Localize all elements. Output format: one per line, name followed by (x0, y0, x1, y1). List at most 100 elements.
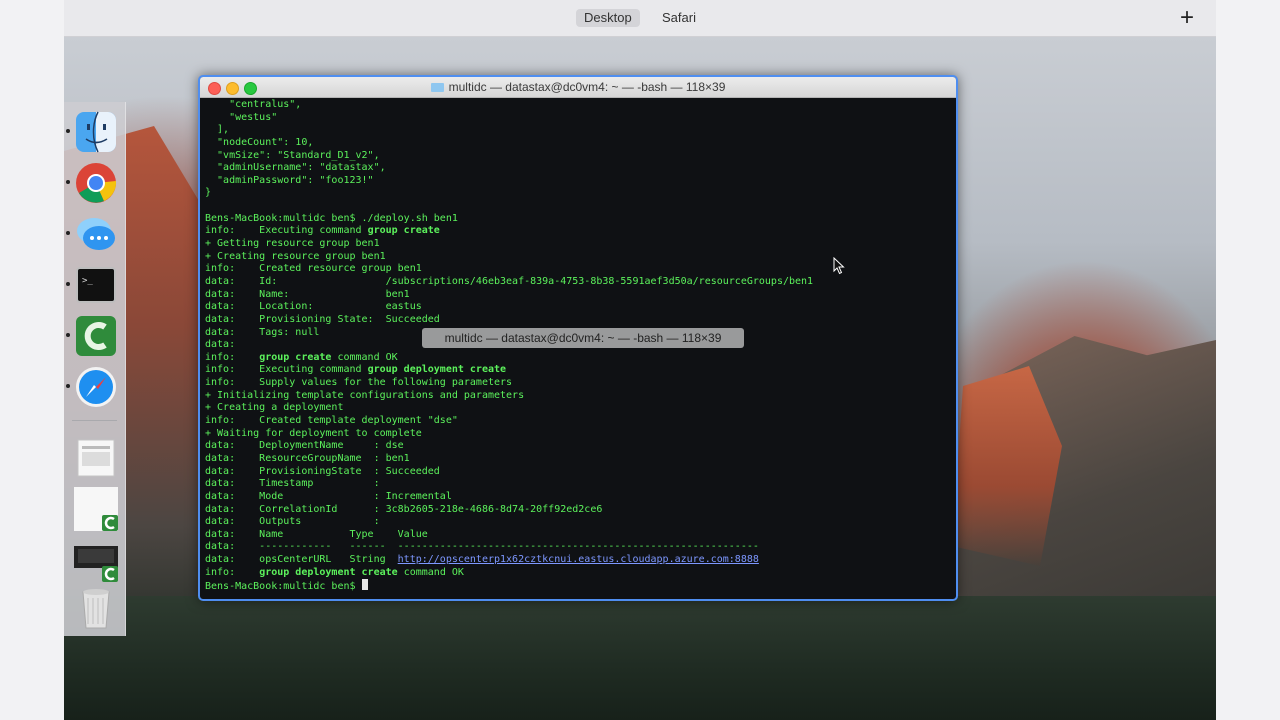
terminal-text: + Getting resource group ben1 (205, 238, 380, 250)
terminal-text: data: CorrelationId : 3c8b2605-218e-4686… (205, 503, 603, 515)
wallpaper-forest (64, 596, 1216, 720)
document-stack-icon[interactable] (74, 436, 118, 480)
terminal-line: info: Supply values for the following pa… (205, 377, 950, 390)
terminal-line: } (205, 187, 950, 200)
terminal-text: data: ProvisioningState : Succeeded (205, 465, 440, 477)
terminal-line: "adminUsername": "datastax", (205, 162, 950, 175)
terminal-text: "centralus", (205, 99, 302, 110)
terminal-line: info: Created template deployment "dse" (205, 415, 950, 428)
terminal-text: info: (205, 351, 260, 363)
terminal-text: data: Location: eastus (205, 301, 422, 313)
trash-icon[interactable] (74, 586, 118, 630)
window-title: multidc — datastax@dc0vm4: ~ — -bash — 1… (200, 80, 956, 94)
dock-running-indicator (66, 180, 70, 184)
command-name: group create (259, 351, 332, 363)
terminal-line: "westus" (205, 112, 950, 125)
dock: >_ (64, 102, 126, 636)
terminal-line: "nodeCount": 10, (205, 137, 950, 150)
command-name: group deployment create (367, 364, 507, 376)
camtasia-project-icon[interactable] (74, 487, 118, 531)
dock-running-indicator (66, 231, 70, 235)
terminal-text: command OK (397, 566, 464, 578)
terminal-icon[interactable]: >_ (74, 263, 118, 307)
terminal-text: data: opsCenterURL String (205, 554, 398, 566)
terminal-line: data: DeploymentName : dse (205, 440, 950, 453)
folder-icon (430, 83, 444, 92)
terminal-line: data: Location: eastus (205, 301, 950, 314)
window-title-text: multidc — datastax@dc0vm4: ~ — -bash — 1… (448, 80, 726, 94)
terminal-line: data: ResourceGroupName : ben1 (205, 453, 950, 466)
terminal-text: Bens-MacBook:multidc ben$ ./deploy.sh be… (205, 212, 458, 224)
terminal-text: "adminPassword": "foo123!" (205, 174, 374, 186)
terminal-text: } (205, 187, 212, 199)
space-tab-safari[interactable]: Safari (654, 9, 704, 27)
terminal-text: Bens-MacBook:multidc ben$ (205, 581, 362, 593)
svg-text:>_: >_ (82, 276, 93, 286)
terminal-line: "vmSize": "Standard_D1_v2", (205, 150, 950, 163)
terminal-text: "vmSize": "Standard_D1_v2", (205, 149, 380, 161)
terminal-text: + Initializing template configurations a… (205, 389, 525, 401)
terminal-line: + Waiting for deployment to complete (205, 428, 950, 441)
messages-icon[interactable] (74, 212, 118, 256)
terminal-titlebar[interactable]: multidc — datastax@dc0vm4: ~ — -bash — 1… (200, 77, 956, 98)
add-space-button[interactable]: + (1176, 4, 1198, 32)
safari-icon[interactable] (74, 365, 118, 409)
terminal-line: + Creating a deployment (205, 402, 950, 415)
terminal-line: data: Provisioning State: Succeeded (205, 314, 950, 327)
terminal-line: data: ProvisioningState : Succeeded (205, 466, 950, 479)
terminal-text: "adminUsername": "datastax", (205, 162, 386, 174)
terminal-text: "westus" (205, 111, 278, 123)
terminal-text: command OK (331, 351, 398, 363)
terminal-text: data: Tags: null (205, 326, 320, 338)
terminal-text: info: Supply values for the following pa… (205, 377, 513, 389)
terminal-line: ], (205, 124, 950, 137)
terminal-output[interactable]: "centralus", "westus" ], "nodeCount": 10… (205, 99, 950, 597)
terminal-text: data: Id: /subscriptions/46eb3eaf-839a-4… (205, 275, 814, 287)
finder-icon[interactable] (74, 110, 118, 154)
terminal-line: info: Executing command group deployment… (205, 364, 950, 377)
terminal-line: data: Outputs : (205, 516, 950, 529)
terminal-line: "centralus", (205, 99, 950, 112)
terminal-line: + Initializing template configurations a… (205, 390, 950, 403)
window-size-overlay: multidc — datastax@dc0vm4: ~ — -bash — 1… (422, 328, 744, 348)
terminal-line: data: Name: ben1 (205, 289, 950, 302)
terminal-text: info: Executing command (205, 225, 368, 237)
opscenter-url-link[interactable]: http://opscenterp1x62cztkcnui.eastus.clo… (398, 554, 759, 565)
terminal-text: data: Name Type Value (205, 528, 428, 540)
terminal-text: data: (205, 339, 236, 351)
terminal-cursor (361, 579, 368, 591)
terminal-line: info: Executing command group create (205, 225, 950, 238)
terminal-text: data: Provisioning State: Succeeded (205, 313, 440, 325)
terminal-line: Bens-MacBook:multidc ben$ ./deploy.sh be… (205, 213, 950, 226)
terminal-line: + Getting resource group ben1 (205, 238, 950, 251)
terminal-line: data: Mode : Incremental (205, 491, 950, 504)
terminal-line: data: Timestamp : (205, 478, 950, 491)
terminal-text: info: Created resource group ben1 (205, 263, 422, 275)
terminal-text: ], (205, 124, 230, 136)
terminal-text: + Creating resource group ben1 (205, 250, 386, 262)
terminal-window[interactable]: multidc — datastax@dc0vm4: ~ — -bash — 1… (198, 75, 958, 601)
camtasia-icon[interactable] (74, 314, 118, 358)
terminal-line: "adminPassword": "foo123!" (205, 175, 950, 188)
terminal-line: data: ------------ ------ --------------… (205, 541, 950, 554)
dock-running-indicator (66, 129, 70, 133)
dock-running-indicator (66, 282, 70, 286)
terminal-line: data: opsCenterURL String http://opscent… (205, 554, 950, 567)
terminal-line: data: Name Type Value (205, 529, 950, 542)
terminal-text: data: Name: ben1 (205, 288, 410, 300)
dock-running-indicator (66, 333, 70, 337)
mouse-pointer-icon (833, 257, 845, 275)
terminal-text: data: Outputs : (205, 516, 380, 528)
terminal-line: info: group create command OK (205, 352, 950, 365)
dock-running-indicator (66, 384, 70, 388)
camtasia-recording-icon[interactable] (74, 538, 118, 582)
terminal-text: info: Executing command (205, 364, 368, 376)
chrome-icon[interactable] (74, 161, 118, 205)
terminal-line: info: group deployment create command OK (205, 567, 950, 580)
space-tab-desktop[interactable]: Desktop (576, 9, 640, 27)
terminal-text: data: ------------ ------ --------------… (205, 541, 759, 553)
terminal-text: data: ResourceGroupName : ben1 (205, 452, 410, 464)
terminal-line: data: Id: /subscriptions/46eb3eaf-839a-4… (205, 276, 950, 289)
terminal-text: + Creating a deployment (205, 402, 344, 414)
